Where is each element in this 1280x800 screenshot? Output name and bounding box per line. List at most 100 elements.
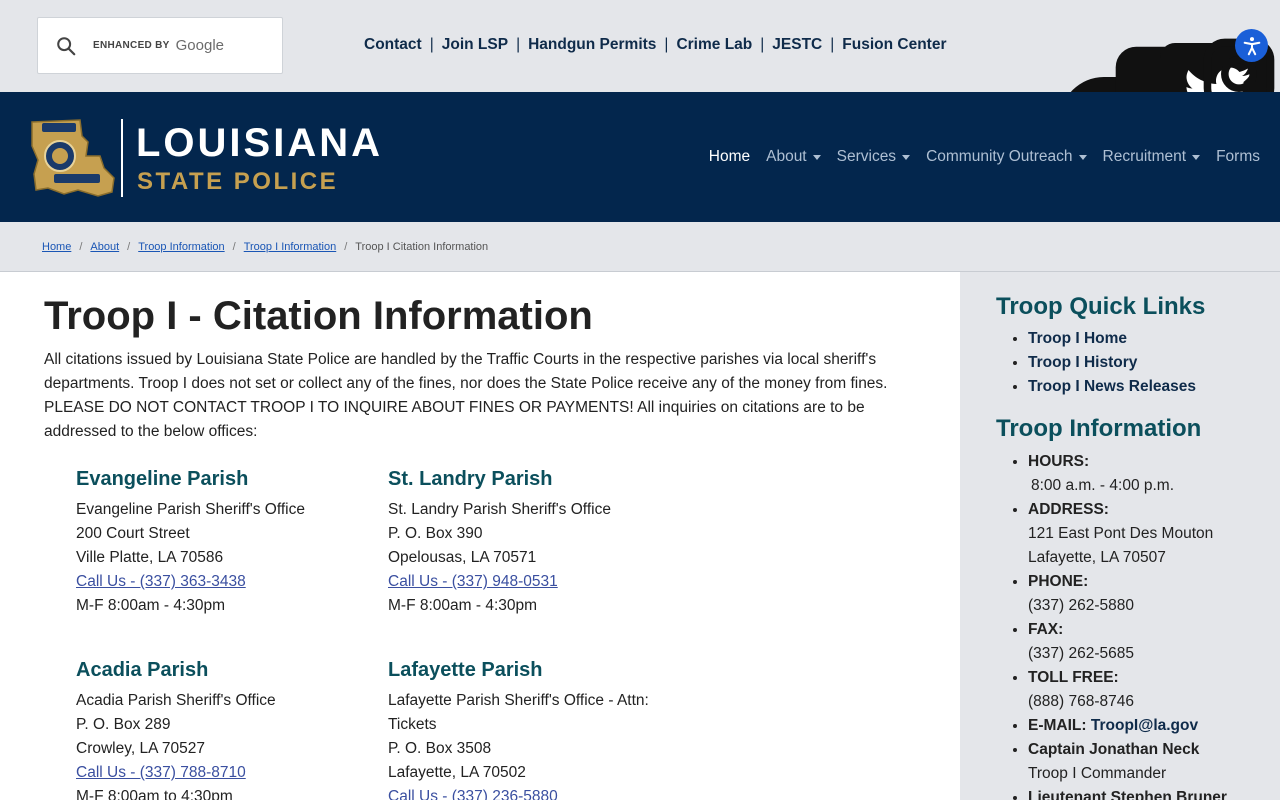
list-item: Troop I News Releases [1028, 375, 1276, 399]
parish-phone-link[interactable]: Call Us - (337) 363-3438 [76, 573, 246, 590]
breadcrumb-home[interactable]: Home [42, 241, 71, 253]
parish-name: Evangeline Parish [76, 468, 249, 490]
parish-address-line1: P. O. Box 390 [388, 525, 483, 542]
fax-label: FAX: [1028, 621, 1064, 638]
nav-services-label: Services [836, 148, 897, 165]
address-line2: Lafayette, LA 70507 [1028, 549, 1166, 566]
brand-title[interactable]: LOUISIANA [136, 121, 383, 165]
parish-address-line1: P. O. Box 3508 [388, 740, 492, 757]
hours-value: 8:00 a.m. - 4:00 p.m. [1031, 477, 1175, 494]
parish-address-line2: Opelousas, LA 70571 [388, 549, 537, 566]
parish-office: Evangeline Parish Sheriff's Office [76, 501, 305, 518]
parish-office: Acadia Parish Sheriff's Office [76, 692, 276, 709]
parish-phone-link[interactable]: Call Us - (337) 236-5880 [388, 788, 558, 800]
parish-name: Acadia Parish [76, 659, 209, 681]
list-item: HOURS: 8:00 a.m. - 4:00 p.m. [1028, 450, 1280, 498]
list-item: PHONE: (337) 262-5880 [1028, 570, 1280, 618]
parish-hours: M-F 8:00am to 4:30pm [76, 788, 233, 800]
nav-community-outreach-label: Community Outreach [926, 148, 1073, 165]
parish-address-line2: Ville Platte, LA 70586 [76, 549, 224, 566]
jestc-link[interactable]: JESTC [772, 36, 822, 54]
separator: | [760, 36, 765, 53]
list-item: Lieutenant Stephen Bruner [1028, 786, 1280, 800]
nav-services[interactable]: Services [836, 148, 911, 166]
quick-link-troop-home[interactable]: Troop I Home [1028, 330, 1127, 347]
phone-label: PHONE: [1028, 573, 1089, 590]
parish-hours: M-F 8:00am - 4:30pm [388, 597, 538, 614]
breadcrumb-about[interactable]: About [90, 241, 119, 253]
state-police-badge-logo[interactable] [28, 116, 116, 205]
parish-office: St. Landry Parish Sheriff's Office [388, 501, 611, 518]
captain-title: Troop I Commander [1028, 765, 1167, 782]
enhanced-by-label: ENHANCED BY [93, 40, 170, 51]
brand-divider [121, 119, 123, 197]
accessibility-icon [1243, 36, 1260, 55]
list-item: FAX: (337) 262-5685 [1028, 618, 1280, 666]
address-label: ADDRESS: [1028, 501, 1109, 518]
nav-home[interactable]: Home [709, 148, 750, 166]
parish-address-line1: P. O. Box 289 [76, 716, 171, 733]
hours-label: HOURS: [1028, 453, 1090, 470]
separator: | [664, 36, 669, 53]
caret-down-icon [1078, 154, 1087, 160]
nav-community-outreach[interactable]: Community Outreach [926, 148, 1087, 166]
parish-card-acadia: Acadia Parish Acadia Parish Sheriff's Of… [76, 657, 376, 800]
email-label: E-MAIL: [1028, 717, 1087, 734]
crime-lab-link[interactable]: Crime Lab [676, 36, 752, 54]
parish-phone-link[interactable]: Call Us - (337) 948-0531 [388, 573, 558, 590]
captain-name: Captain Jonathan Neck [1028, 741, 1200, 758]
breadcrumb-separator: / [127, 240, 131, 253]
nav-about[interactable]: About [766, 148, 821, 166]
parish-card-st-landry: St. Landry Parish St. Landry Parish Sher… [388, 466, 688, 618]
parish-name: St. Landry Parish [388, 468, 553, 490]
separator: | [830, 36, 835, 53]
breadcrumb-separator: / [79, 240, 83, 253]
caret-down-icon [902, 154, 911, 160]
list-item: Troop I History [1028, 351, 1276, 375]
troop-information-list: HOURS: 8:00 a.m. - 4:00 p.m. ADDRESS: 121 … [996, 450, 1280, 800]
email-link[interactable]: TroopI@la.gov [1091, 717, 1198, 734]
nav-recruitment[interactable]: Recruitment [1103, 148, 1201, 166]
list-item: TOLL FREE: (888) 768-8746 [1028, 666, 1280, 714]
lieutenant-name: Lieutenant Stephen Bruner [1028, 789, 1227, 800]
join-lsp-link[interactable]: Join LSP [442, 36, 508, 54]
quick-link-news-releases[interactable]: Troop I News Releases [1028, 378, 1196, 395]
breadcrumb-troop-information[interactable]: Troop Information [138, 241, 224, 253]
parish-phone-link[interactable]: Call Us - (337) 788-8710 [76, 764, 246, 781]
parish-name: Lafayette Parish [388, 659, 543, 681]
fusion-center-link[interactable]: Fusion Center [842, 36, 946, 54]
troop-information-heading: Troop Information [996, 415, 1202, 442]
phone-value: (337) 262-5880 [1028, 597, 1134, 614]
brand-subtitle[interactable]: STATE POLICE [137, 168, 338, 196]
list-item: Captain Jonathan Neck Troop I Commander [1028, 738, 1280, 786]
main-navigation: Home About Services Community Outreach R… [693, 148, 1260, 166]
quick-link-troop-history[interactable]: Troop I History [1028, 354, 1137, 371]
breadcrumb-separator: / [232, 240, 236, 253]
separator: | [429, 36, 434, 53]
list-item: Troop I Home [1028, 327, 1276, 351]
nav-forms[interactable]: Forms [1216, 148, 1260, 166]
quick-links-heading: Troop Quick Links [996, 293, 1206, 320]
handgun-permits-link[interactable]: Handgun Permits [528, 36, 656, 54]
breadcrumb-troop-i-information[interactable]: Troop I Information [244, 241, 337, 253]
breadcrumb-current: Troop I Citation Information [355, 240, 489, 253]
main-content: Troop I - Citation Information All citat… [0, 272, 960, 800]
parish-card-evangeline: Evangeline Parish Evangeline Parish Sher… [76, 466, 376, 618]
nav-recruitment-label: Recruitment [1102, 148, 1187, 165]
sidebar: Troop Quick Links Troop I Home Troop I H… [960, 272, 1280, 800]
search-icon [57, 36, 76, 55]
contact-link[interactable]: Contact [364, 36, 422, 54]
nav-about-label: About [766, 148, 807, 165]
parish-card-lafayette: Lafayette Parish Lafayette Parish Sherif… [388, 657, 688, 800]
toll-free-label: TOLL FREE: [1028, 669, 1119, 686]
google-label: Google [175, 37, 225, 54]
nav-home-label: Home [708, 148, 751, 165]
quick-links-list: Troop I Home Troop I History Troop I New… [996, 327, 1276, 399]
list-item: E-MAIL: TroopI@la.gov [1028, 714, 1280, 738]
accessibility-button[interactable] [1235, 29, 1268, 62]
search-input[interactable]: ENHANCED BY Google [37, 17, 283, 74]
parish-office: Lafayette Parish Sheriff's Office - Attn… [388, 692, 649, 709]
caret-down-icon [812, 154, 821, 160]
top-utility-bar: ENHANCED BY Google Contact | Join LSP | … [0, 0, 1280, 218]
fax-value: (337) 262-5685 [1028, 645, 1134, 662]
